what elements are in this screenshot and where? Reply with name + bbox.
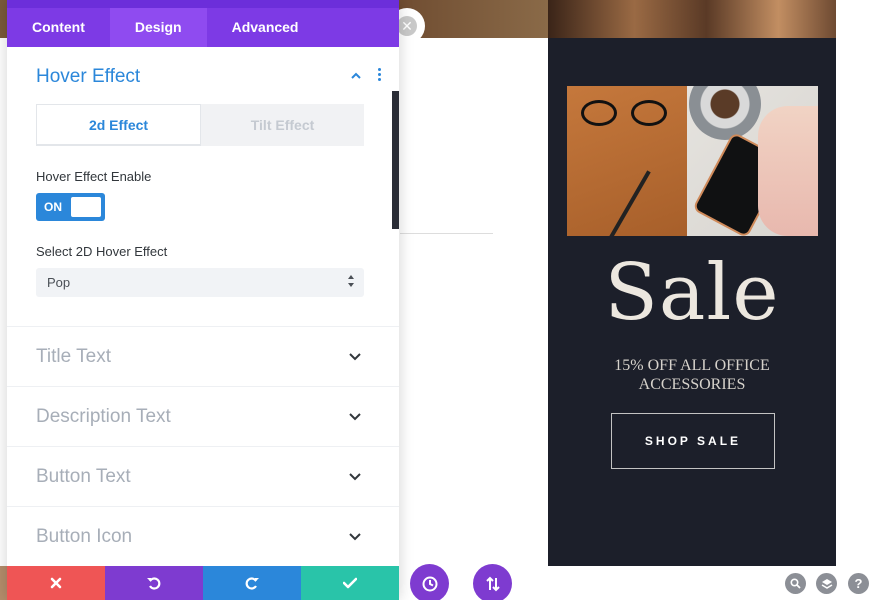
chevron-down-icon — [349, 413, 361, 421]
hover-effect-select[interactable]: Pop — [36, 268, 364, 297]
search-icon — [790, 578, 801, 589]
zoom-button[interactable] — [785, 573, 806, 594]
promo-image — [567, 86, 818, 236]
section-button-text[interactable]: Button Text — [7, 446, 399, 506]
promo-subtitle: 15% OFF ALL OFFICE ACCESSORIES — [614, 357, 770, 393]
shop-sale-button[interactable]: SHOP SALE — [611, 413, 775, 469]
panel-footer — [7, 566, 399, 600]
save-button[interactable] — [301, 566, 399, 600]
clock-icon — [422, 576, 437, 591]
hover-enable-label: Hover Effect Enable — [36, 169, 152, 184]
promo-title: Sale — [604, 248, 780, 338]
promo-card: Sale 15% OFF ALL OFFICE ACCESSORIES SHOP… — [548, 0, 836, 566]
section-button-icon[interactable]: Button Icon — [7, 506, 399, 566]
tab-tilt-effect[interactable]: Tilt Effect — [201, 104, 364, 146]
scrollbar-thumb[interactable] — [392, 91, 399, 229]
check-icon — [343, 577, 357, 589]
close-icon — [50, 577, 62, 589]
settings-tabs: Content Design Advanced — [7, 0, 399, 47]
sort-arrows-icon — [485, 576, 500, 591]
toggle-knob — [71, 197, 101, 217]
layers-button[interactable] — [816, 573, 837, 594]
chevron-down-icon — [349, 533, 361, 541]
tab-content[interactable]: Content — [7, 8, 110, 47]
section-label: Title Text — [36, 346, 111, 367]
hover-select-label: Select 2D Hover Effect — [36, 244, 168, 259]
settings-panel: Content Design Advanced Hover Effect 2d … — [7, 0, 399, 600]
help-button[interactable]: ? — [848, 573, 869, 594]
section-label: Description Text — [36, 406, 171, 427]
layers-icon — [821, 578, 832, 589]
undo-icon — [147, 577, 161, 590]
section-description-text[interactable]: Description Text — [7, 386, 399, 446]
background-divider — [400, 233, 493, 234]
hover-effect-heading[interactable]: Hover Effect — [36, 66, 140, 88]
more-options-icon[interactable] — [376, 68, 382, 84]
section-title-text[interactable]: Title Text — [7, 326, 399, 386]
chevron-down-icon — [349, 473, 361, 481]
select-value: Pop — [47, 275, 71, 290]
promo-top-image — [548, 0, 836, 38]
toggle-state-text: ON — [44, 200, 62, 214]
chevron-down-icon — [349, 353, 361, 361]
tab-2d-effect[interactable]: 2d Effect — [36, 104, 201, 146]
tab-advanced[interactable]: Advanced — [207, 8, 324, 47]
hover-effect-tabs: 2d Effect Tilt Effect — [36, 104, 364, 146]
tab-design[interactable]: Design — [109, 8, 207, 47]
select-arrows-icon — [348, 275, 354, 289]
close-icon: ✕ — [397, 16, 417, 36]
hover-enable-toggle[interactable]: ON — [36, 193, 105, 221]
section-label: Button Text — [36, 466, 131, 487]
redo-icon — [245, 577, 259, 590]
redo-button[interactable] — [203, 566, 301, 600]
discard-button[interactable] — [7, 566, 105, 600]
undo-button[interactable] — [105, 566, 203, 600]
history-button[interactable] — [410, 564, 449, 600]
settings-scroll-area[interactable]: Hover Effect 2d Effect Tilt Effect Hover… — [7, 47, 399, 566]
section-label: Button Icon — [36, 526, 133, 547]
chevron-up-icon[interactable] — [349, 69, 363, 83]
portability-button[interactable] — [473, 564, 512, 600]
